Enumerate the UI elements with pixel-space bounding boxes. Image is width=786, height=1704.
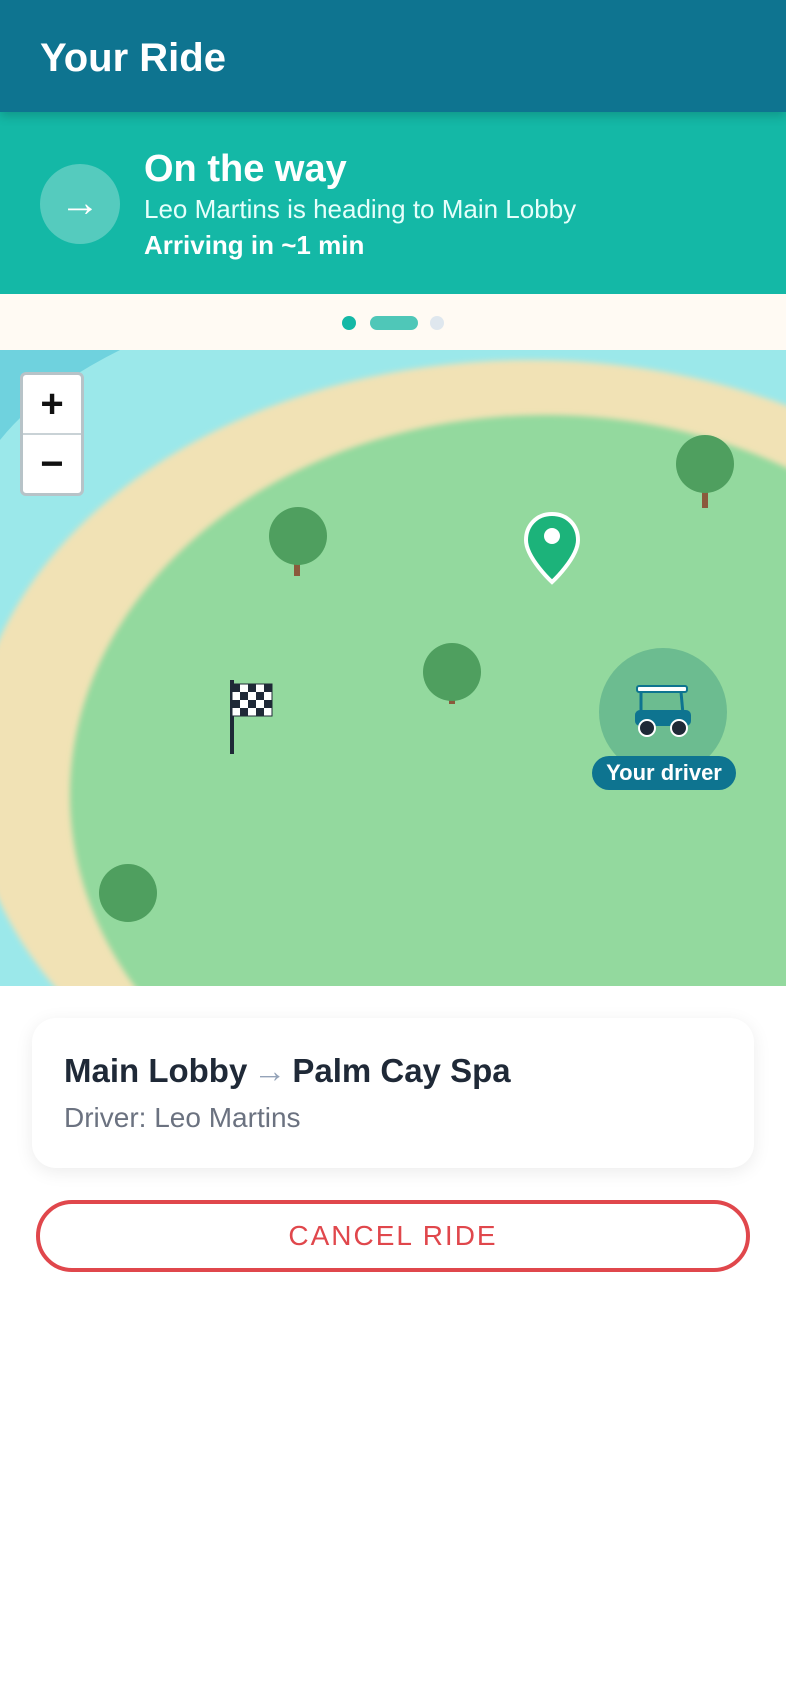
driver-name: Driver: Leo Martins (64, 1102, 301, 1133)
eta-text: Arriving in ~1 min (144, 230, 365, 260)
arrow-right-icon: → (40, 164, 120, 244)
zoom-in-button[interactable]: + (23, 375, 81, 435)
ride-status-banner: → On the way Leo Martins is heading to M… (0, 112, 786, 294)
trip-summary-card: Main Lobby → Palm Cay Spa Driver: Leo Mart… (32, 1018, 754, 1168)
zoom-out-button[interactable]: − (23, 435, 81, 493)
map-view[interactable]: + − Your driver (0, 350, 786, 986)
driver-marker-label: Your driver (592, 756, 736, 790)
route-line: Main Lobby → Palm Cay Spa (64, 1052, 511, 1090)
step-indicator (0, 294, 786, 350)
dropoff-location: Palm Cay Spa (292, 1052, 511, 1089)
status-subtitle: Leo Martins is heading to Main Lobby (144, 194, 577, 224)
tree-icon (99, 864, 157, 922)
step-dot-2 (370, 316, 418, 330)
step-dot-1 (342, 316, 356, 330)
step-dot-3 (430, 316, 444, 330)
zoom-control: + − (20, 372, 84, 496)
page-title: Your Ride (40, 36, 226, 80)
status-title: On the way (144, 148, 347, 190)
pickup-location: Main Lobby (64, 1052, 248, 1089)
cancel-ride-button[interactable]: CANCEL RIDE (36, 1200, 750, 1272)
app-header: Your Ride (0, 0, 786, 112)
route-arrow-icon: → (253, 1052, 287, 1089)
